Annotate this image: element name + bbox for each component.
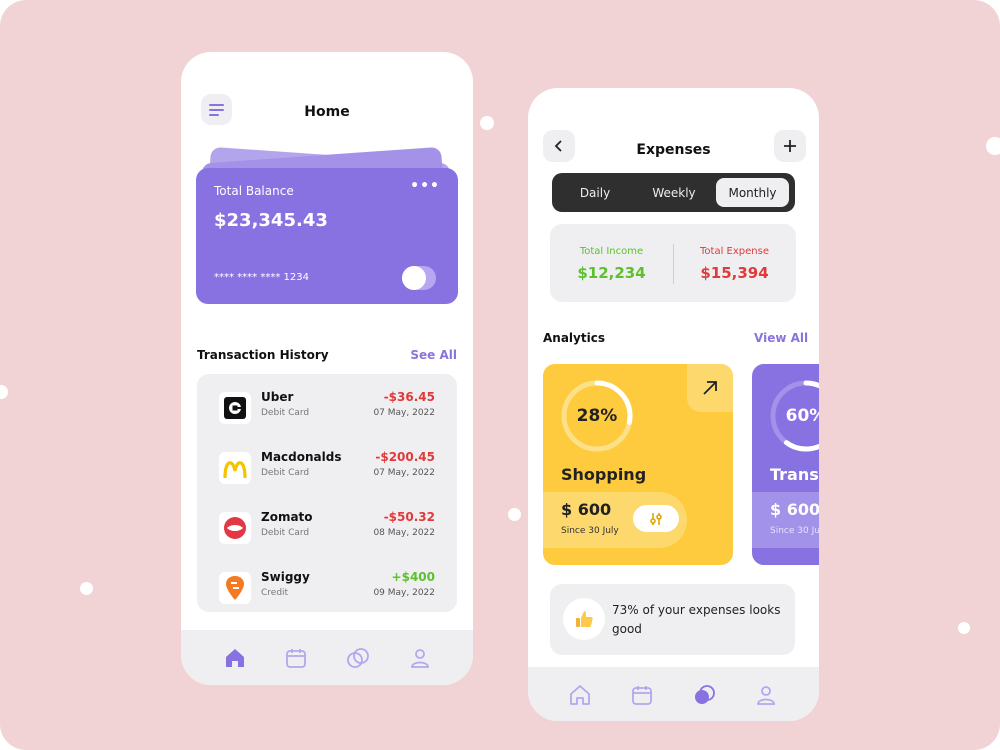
more-dots-icon[interactable]: ••• (410, 178, 440, 194)
total-income-label: Total Income (579, 246, 644, 257)
transaction-name: Swiggy (261, 570, 310, 584)
transaction-list: Uber Debit Card -$36.45 07 May, 2022 Mac… (197, 374, 457, 612)
decor-dot (958, 622, 970, 634)
expenses-screen: Expenses Daily Weekly Monthly Total Inco… (528, 88, 819, 721)
transaction-date: 07 May, 2022 (373, 468, 435, 478)
calendar-icon[interactable] (630, 683, 654, 707)
transaction-name: Uber (261, 390, 294, 404)
view-all-link[interactable]: View All (754, 331, 808, 345)
period-tabs: Daily Weekly Monthly (552, 173, 795, 212)
transaction-amount: -$50.32 (383, 510, 435, 524)
total-expense-label: Total Expense (700, 246, 769, 257)
card-toggle[interactable] (402, 266, 436, 290)
decor-dot (80, 582, 93, 595)
category-name: Transp (770, 465, 819, 484)
total-expense-value: $15,394 (700, 264, 769, 282)
arrow-up-right-icon[interactable] (687, 364, 733, 412)
calendar-icon[interactable] (284, 646, 308, 670)
transaction-date: 09 May, 2022 (373, 588, 435, 598)
thumbs-up-icon (563, 598, 605, 640)
expense-tip: 73% of your expenses looks good (550, 584, 795, 655)
transaction-history-title: Transaction History (197, 348, 329, 362)
balance-card[interactable]: Total Balance ••• $23,345.43 **** **** *… (196, 168, 458, 304)
category-name: Shopping (561, 465, 647, 484)
transaction-method: Debit Card (261, 408, 310, 418)
category-amount: $ 600 (561, 500, 612, 519)
tip-text: 73% of your expenses looks good (612, 603, 781, 636)
decor-dot (508, 508, 521, 521)
income-expense-summary: Total Income $12,234 Total Expense $15,3… (550, 224, 796, 302)
analytics-card-transport[interactable]: 60% Transp $ 600 Since 30 Ju (752, 364, 819, 565)
decor-dot (0, 385, 8, 399)
since-date: Since 30 July (561, 526, 619, 536)
category-amount: $ 600 (770, 500, 819, 519)
home-screen: Home Total Balance ••• $23,345.43 **** *… (181, 52, 473, 685)
percent-label: 28% (576, 406, 618, 426)
tab-weekly[interactable]: Weekly (636, 178, 712, 207)
swiggy-logo-icon (219, 572, 251, 604)
transaction-row[interactable]: Macdonalds Debit Card -$200.45 07 May, 2… (197, 448, 457, 488)
profile-icon[interactable] (408, 646, 432, 670)
transaction-amount: -$36.45 (383, 390, 435, 404)
transaction-date: 08 May, 2022 (373, 528, 435, 538)
home-icon[interactable] (568, 683, 592, 707)
analytics-title: Analytics (543, 331, 605, 345)
transaction-method: Debit Card (261, 468, 310, 478)
uber-logo-icon (219, 392, 251, 424)
see-all-link[interactable]: See All (410, 348, 457, 362)
card-number: **** **** **** 1234 (214, 272, 309, 283)
transaction-method: Credit (261, 588, 289, 598)
zomato-logo-icon (219, 512, 251, 544)
background (0, 0, 1000, 750)
page-title: Home (304, 104, 350, 120)
analytics-card-shopping[interactable]: 28% Shopping $ 600 Since 30 July (543, 364, 733, 565)
balance-amount: $23,345.43 (214, 210, 328, 231)
tab-monthly[interactable]: Monthly (716, 178, 789, 207)
total-income-value: $12,234 (577, 264, 646, 282)
transaction-date: 07 May, 2022 (373, 408, 435, 418)
analytics-icon[interactable] (692, 683, 716, 707)
mcdonalds-logo-icon (219, 452, 251, 484)
transaction-name: Macdonalds (261, 450, 342, 464)
tab-daily[interactable]: Daily (558, 178, 632, 207)
plus-icon[interactable] (774, 130, 806, 162)
analytics-icon[interactable] (346, 646, 370, 670)
transaction-name: Zomato (261, 510, 313, 524)
transaction-amount: -$200.45 (375, 450, 435, 464)
decor-dot (480, 116, 494, 130)
bottom-nav (181, 630, 473, 685)
since-date: Since 30 Ju (770, 526, 819, 536)
profile-icon[interactable] (754, 683, 778, 707)
percent-label: 60% (785, 406, 819, 426)
home-icon[interactable] (223, 646, 247, 670)
bottom-nav (528, 667, 819, 721)
adjust-icon[interactable] (633, 505, 679, 532)
transaction-amount: +$400 (391, 570, 435, 584)
transaction-row[interactable]: Zomato Debit Card -$50.32 08 May, 2022 (197, 508, 457, 548)
decor-dot (986, 137, 1000, 155)
balance-label: Total Balance (214, 184, 294, 198)
transaction-row[interactable]: Swiggy Credit +$400 09 May, 2022 (197, 568, 457, 608)
transaction-row[interactable]: Uber Debit Card -$36.45 07 May, 2022 (197, 388, 457, 428)
transaction-method: Debit Card (261, 528, 310, 538)
